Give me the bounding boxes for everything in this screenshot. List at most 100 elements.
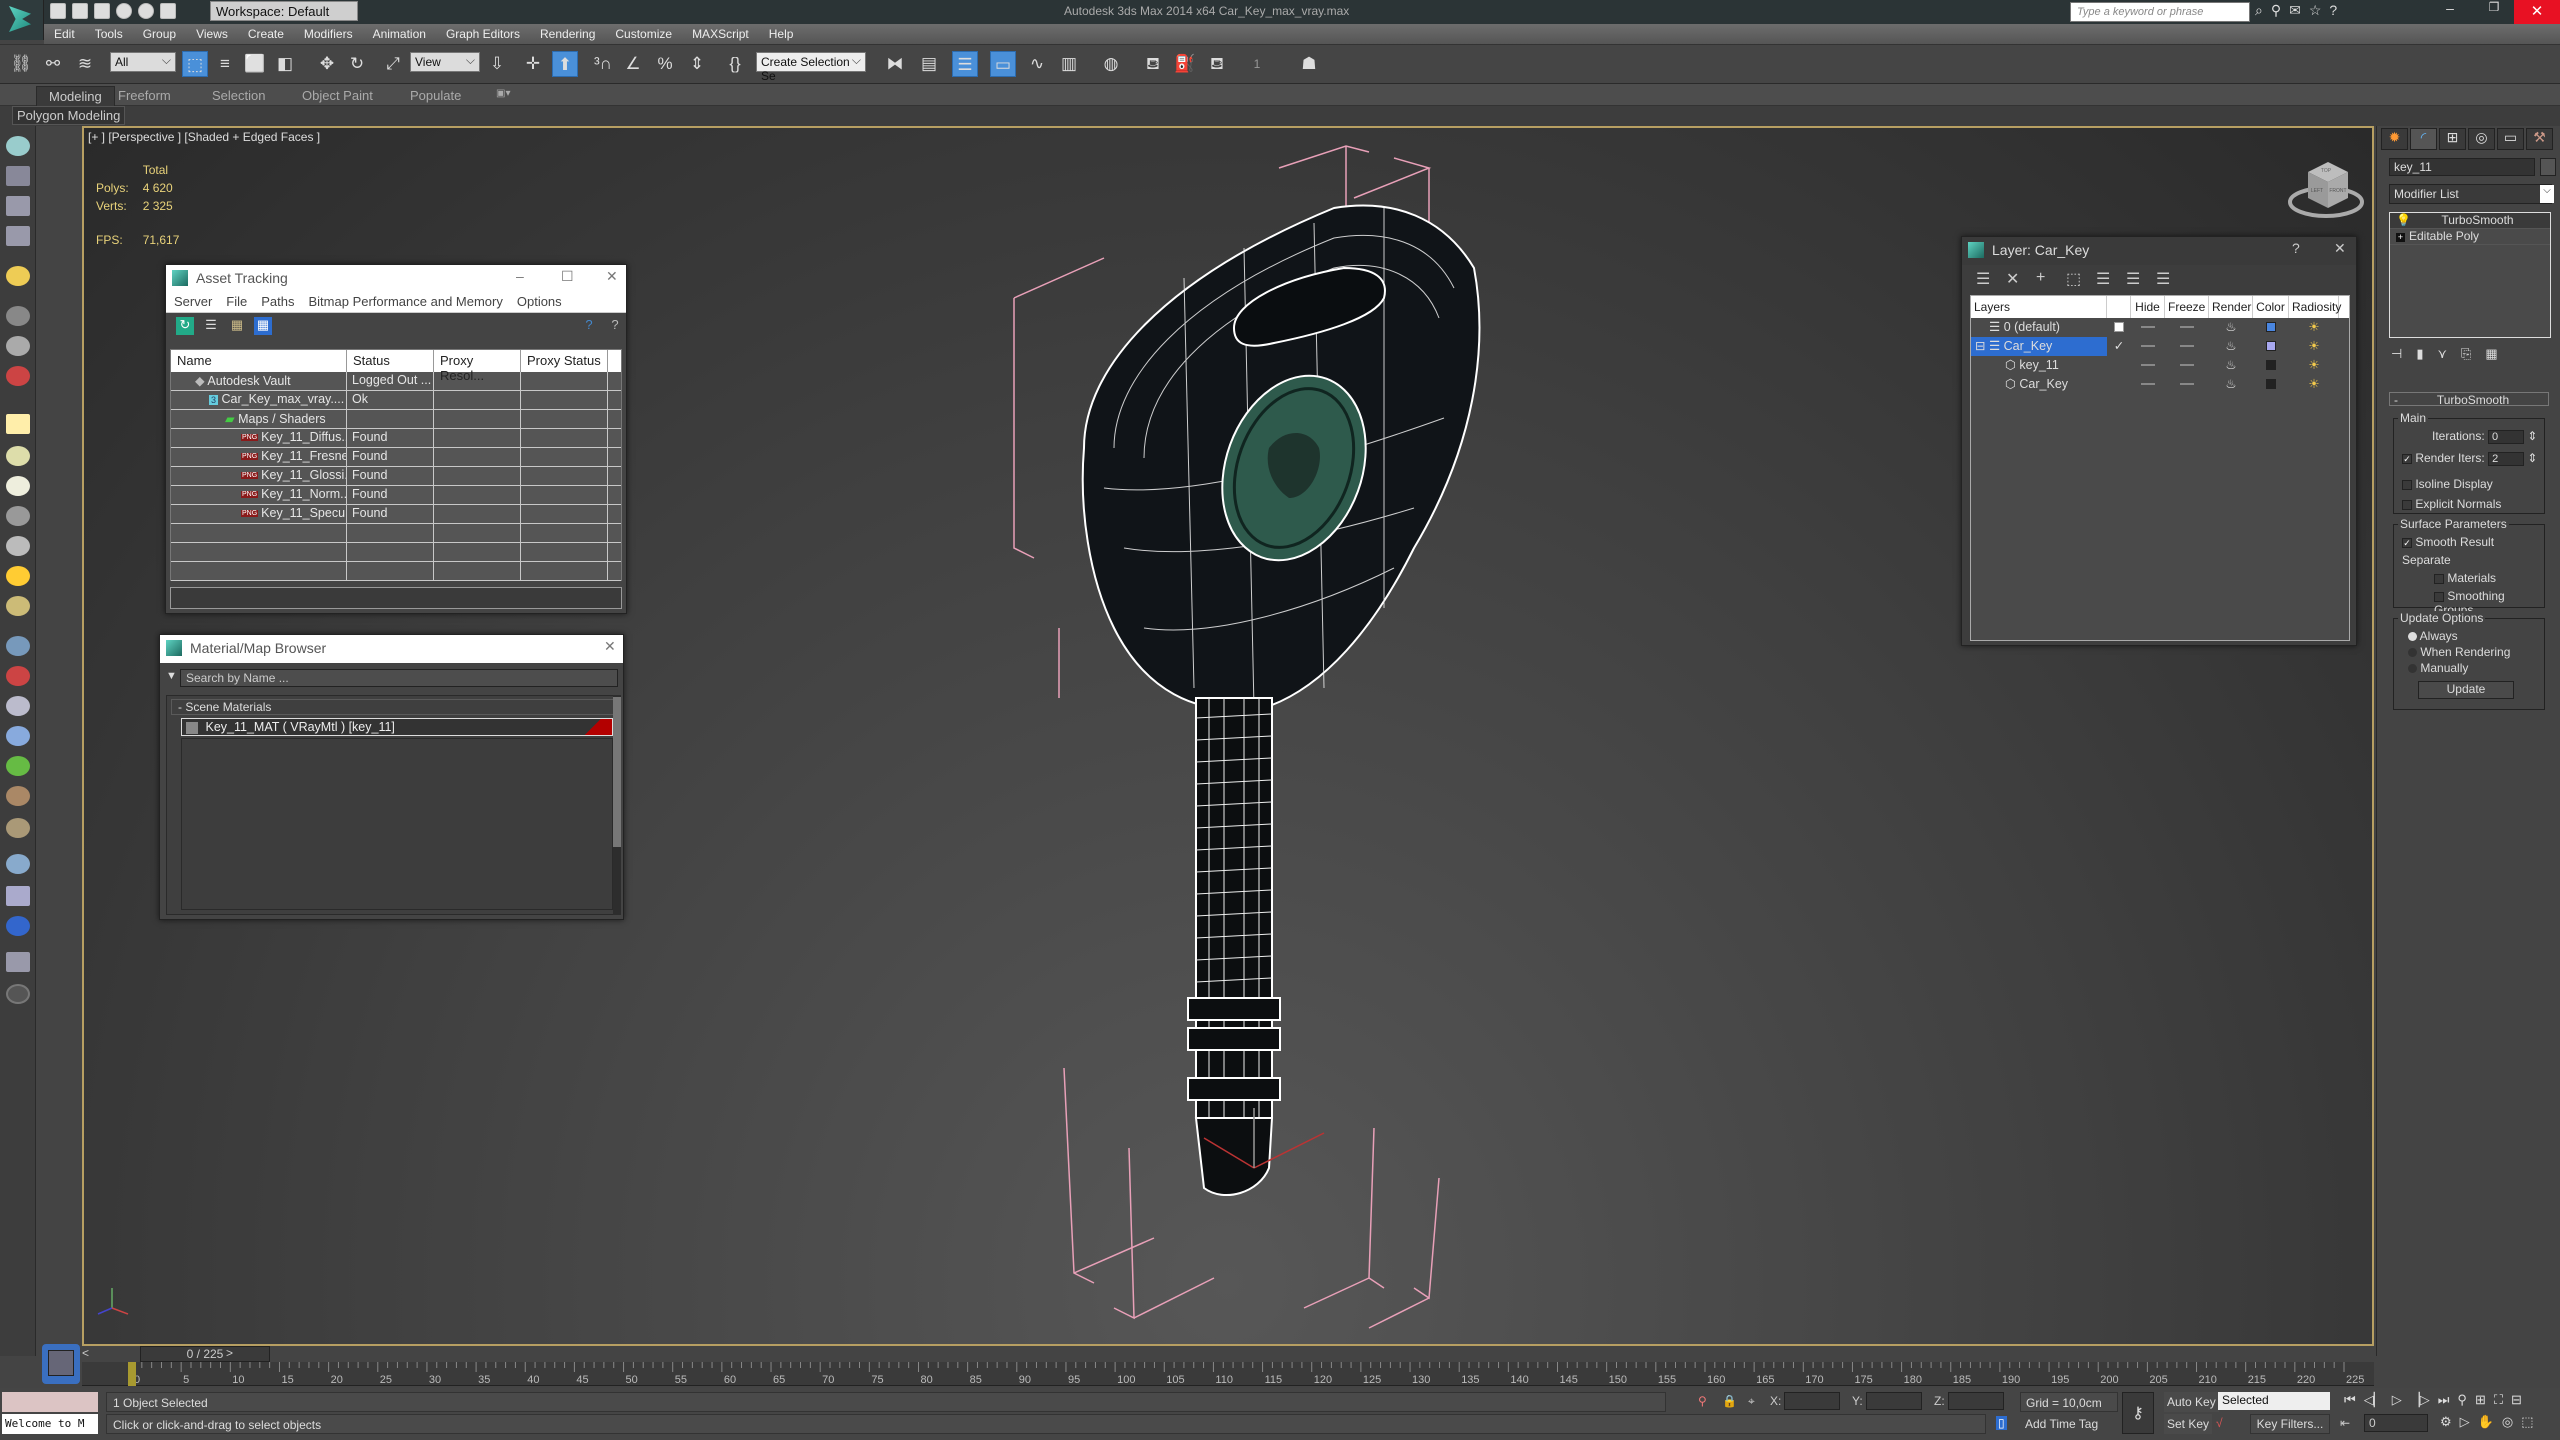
subscription-icon[interactable]: ⚲ (2271, 2, 2281, 19)
minimize-icon[interactable]: – (516, 268, 524, 284)
select-scale-icon[interactable]: ⤢ (380, 51, 406, 77)
material-converter-icon[interactable] (6, 886, 30, 906)
add-time-tag[interactable]: Add Time Tag (2020, 1414, 2118, 1434)
table-row[interactable]: ◆ Autodesk Vault Logged Out ... (171, 372, 621, 391)
restore-button[interactable]: ❐ (2474, 0, 2514, 22)
render-teapot-icon[interactable]: ♨ (2225, 339, 2236, 353)
select-object-icon[interactable]: ⬚ (182, 51, 208, 77)
list-panel-icon[interactable] (6, 196, 30, 216)
sphere-fade-icon[interactable] (6, 726, 30, 746)
object-row[interactable]: ⬡ key_11 ♨ ☀ (1971, 356, 2349, 375)
key-filters-button[interactable]: Key Filters... (2250, 1414, 2330, 1434)
modify-tab-icon[interactable]: ◜ (2410, 128, 2437, 150)
previous-frame-arrow[interactable]: < (82, 1346, 89, 1360)
viewcube[interactable]: TOP LEFT FRONT (2286, 152, 2366, 222)
grass-icon[interactable] (6, 756, 30, 776)
next-key-icon[interactable]: ▕▷ (2410, 1392, 2430, 1408)
menu-create[interactable]: Create (238, 27, 294, 41)
select-rotate-icon[interactable]: ↻ (344, 51, 370, 77)
help-query-icon[interactable]: ? (580, 317, 598, 335)
table-row[interactable]: PNG Key_11_Glossi... Found (171, 467, 621, 486)
angle-snap-icon[interactable]: ∠ (620, 51, 646, 77)
teapot-icon[interactable] (6, 136, 30, 156)
help-search-input[interactable]: Type a keyword or phrase (2070, 2, 2250, 22)
layer-dialog-titlebar[interactable]: Layer: Car_Key ? ✕ (1962, 237, 2356, 265)
default-tangents-icon[interactable]: √ (2216, 1416, 2223, 1430)
maximize-icon[interactable]: ☐ (561, 268, 574, 285)
add-to-layer-icon[interactable]: + (2036, 269, 2045, 287)
radiosity-icon[interactable]: ☀ (2308, 377, 2319, 391)
rectangular-selection-icon[interactable]: ⬜ (242, 51, 268, 77)
show-end-result-icon[interactable]: ▮ (2416, 346, 2423, 362)
help-icon[interactable]: ? (606, 317, 624, 335)
time-config-icon[interactable]: ⚙ (2440, 1414, 2452, 1430)
undo-icon[interactable] (116, 3, 132, 19)
col-freeze[interactable]: Freeze (2165, 296, 2209, 318)
sphere-light-icon[interactable] (6, 476, 30, 496)
motion-tab-icon[interactable]: ◎ (2468, 128, 2495, 150)
save-icon[interactable] (94, 3, 110, 19)
menu-rendering[interactable]: Rendering (530, 27, 605, 41)
col-layers[interactable]: Layers (1971, 296, 2107, 318)
render-iters-checkbox[interactable]: ✓ (2402, 453, 2412, 464)
freeze-toggle[interactable] (2180, 325, 2194, 328)
menu-graph-editors[interactable]: Graph Editors (436, 27, 530, 41)
edit-named-selection-icon[interactable]: {} (722, 51, 748, 77)
table-row[interactable]: PNG Key_11_Specu... Found (171, 505, 621, 524)
help-circle-icon[interactable] (6, 984, 30, 1004)
update-always-radio[interactable] (2408, 632, 2417, 642)
orbit-icon[interactable]: ◎ (2502, 1414, 2513, 1430)
close-icon[interactable]: ✕ (2334, 240, 2346, 257)
table-row[interactable]: PNG Key_11_Norm... Found (171, 486, 621, 505)
collapse-icon[interactable]: ⊟ (1975, 339, 1989, 353)
maxscript-listener-result[interactable] (2, 1392, 98, 1412)
delete-layer-icon[interactable]: ✕ (2006, 269, 2019, 289)
hide-toggle[interactable] (2141, 325, 2155, 328)
schematic-view-icon[interactable]: ▥ (1056, 51, 1082, 77)
freeze-toggle[interactable] (2180, 344, 2194, 347)
object-color-swatch[interactable] (2266, 378, 2276, 389)
set-key-icon[interactable]: ⚷ (2122, 1392, 2154, 1434)
close-button[interactable]: ✕ (2514, 0, 2560, 24)
select-manipulate-icon[interactable]: ✛ (520, 51, 546, 77)
ornatrix-icon[interactable] (6, 818, 30, 838)
help-icon[interactable]: ? (2329, 2, 2337, 19)
update-button[interactable]: Update (2418, 681, 2514, 699)
spinner-arrows-icon[interactable]: ⇕ (2527, 451, 2537, 465)
tab-selection[interactable]: Selection (200, 86, 277, 105)
configure-sets-icon[interactable]: ▦ (2485, 346, 2497, 362)
import-icon[interactable] (6, 952, 30, 972)
utilities-tab-icon[interactable]: ⚒ (2526, 128, 2553, 150)
scene-materials-group[interactable]: - Scene Materials (171, 699, 617, 715)
make-unique-icon[interactable]: ⋎ (2437, 346, 2447, 362)
close-icon[interactable]: ✕ (604, 638, 616, 655)
iterations-spinner[interactable]: 0 (2488, 429, 2525, 444)
pan-view-icon[interactable]: ✋ (2478, 1414, 2494, 1430)
x-coord-field[interactable] (1784, 1392, 1840, 1410)
current-frame-field[interactable]: 0 (2364, 1414, 2428, 1432)
unlink-icon[interactable]: ⚯ (40, 51, 66, 77)
time-slider[interactable]: 0 / 225 (140, 1346, 270, 1362)
vray-frame-buffer-icon[interactable]: ☗ (1296, 51, 1322, 77)
separate-materials-checkbox[interactable] (2434, 573, 2444, 584)
menu-edit[interactable]: Edit (44, 27, 85, 41)
update-when-rendering-radio[interactable] (2408, 648, 2417, 658)
z-coord-field[interactable] (1948, 1392, 2004, 1410)
list-view-icon[interactable]: ☰ (202, 317, 220, 335)
dome-light-icon[interactable] (6, 446, 30, 466)
layer-row[interactable]: ☰ 0 (default) ♨ ☀ (1971, 318, 2349, 337)
menu-maxscript[interactable]: MAXScript (682, 27, 759, 41)
material-editor-icon[interactable]: ◍ (1098, 51, 1124, 77)
spinner-arrows-icon[interactable]: ⇕ (2527, 429, 2537, 443)
layer-color-swatch[interactable] (2266, 321, 2276, 332)
camera-target-icon[interactable] (6, 336, 30, 356)
render-production-icon[interactable]: ⛾ (1204, 51, 1230, 77)
asset-tracking-titlebar[interactable]: Asset Tracking – ☐ ✕ (166, 265, 626, 293)
vray-material-icon[interactable] (6, 854, 30, 874)
snaps-toggle-icon[interactable]: ³∩ (590, 51, 616, 77)
render-window-icon[interactable] (6, 166, 30, 186)
y-coord-field[interactable] (1866, 1392, 1922, 1410)
open-file-icon[interactable] (72, 3, 88, 19)
col-proxy-status[interactable]: Proxy Status (521, 350, 608, 372)
tab-object-paint[interactable]: Object Paint (290, 86, 385, 105)
